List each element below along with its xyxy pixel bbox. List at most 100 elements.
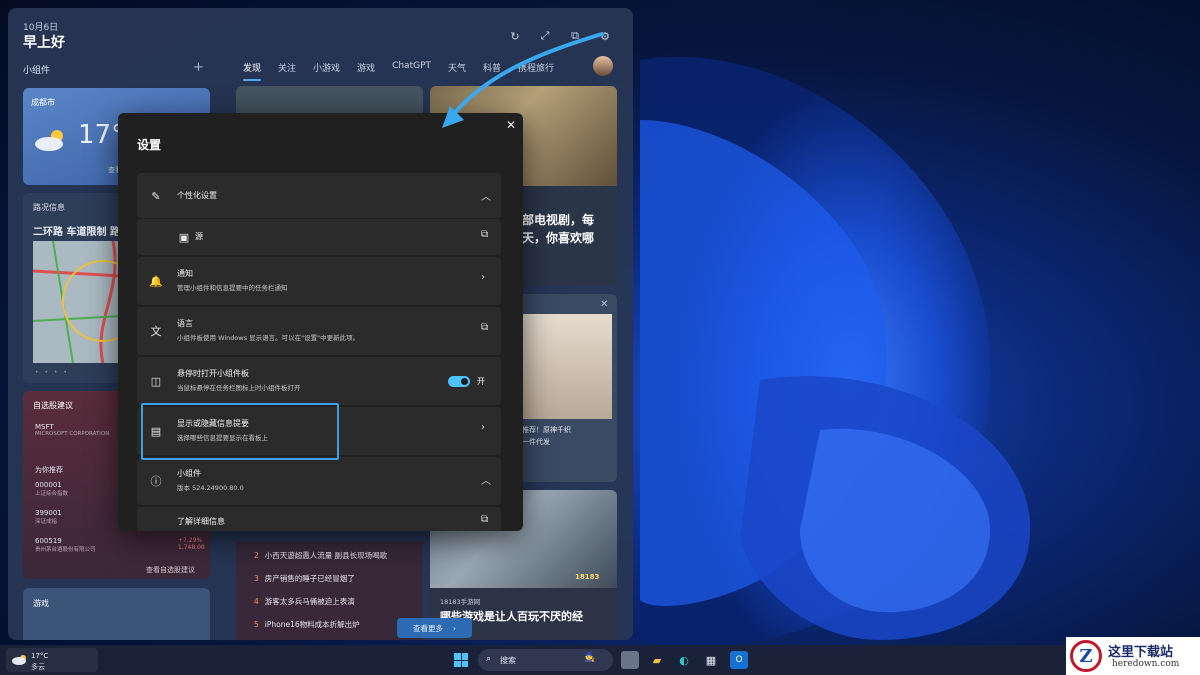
chevron-up-icon[interactable]: ︿ bbox=[481, 188, 491, 203]
list-item-text: 房产销售的睡子已经冒烟了 bbox=[264, 574, 355, 583]
watermark-logo: Z 这里下载站 heredown.com bbox=[1066, 637, 1200, 675]
search-placeholder: 搜索 bbox=[500, 656, 516, 665]
stock-title: 自选股建议 bbox=[33, 401, 73, 410]
news-photo bbox=[522, 314, 612, 419]
file-explorer-icon[interactable]: ▰ bbox=[648, 651, 666, 669]
tab-chatgpt[interactable]: ChatGPT bbox=[392, 61, 431, 74]
setting-desc: 管理小组件和信息提要中的任务栏通知 bbox=[177, 284, 288, 292]
setting-notifications[interactable]: 🔔 通知 管理小组件和信息提要中的任务栏通知 › bbox=[137, 257, 501, 305]
weather-city: 成都市 bbox=[31, 98, 55, 107]
news-image-tag: 18183 bbox=[575, 573, 600, 581]
stock-code: 399001 bbox=[35, 509, 62, 517]
setting-desc: 小组件板使用 Windows 显示语言。可以在"设置"中更新此项。 bbox=[177, 334, 360, 342]
info-icon: ⓘ bbox=[150, 475, 162, 488]
setting-desc: 当鼠标悬停在任务栏图标上时小组件板打开 bbox=[177, 384, 301, 392]
setting-label: 语言 bbox=[177, 319, 193, 328]
news-headline: 推荐！原神千织 一件代发 bbox=[522, 426, 571, 446]
list-item[interactable]: 5 iPhone16物料成本折解出炉 bbox=[254, 619, 360, 630]
pen-icon: ✎ bbox=[151, 189, 161, 203]
traffic-title: 路况信息 bbox=[33, 203, 65, 212]
news-headline: 部电视剧，每 天，你喜欢哪 bbox=[522, 213, 595, 245]
watermark-cn: 这里下载站 bbox=[1108, 645, 1174, 660]
bell-icon: 🔔 bbox=[149, 274, 163, 288]
taskbar-weather[interactable]: 17°C 多云 bbox=[6, 648, 98, 672]
start-icon[interactable] bbox=[454, 653, 468, 667]
list-item-text: iPhone16物料成本折解出炉 bbox=[264, 620, 360, 629]
task-view-icon[interactable] bbox=[621, 651, 639, 669]
rank: 4 bbox=[254, 597, 259, 606]
stock-change: +7.29% 1,748.00 bbox=[178, 537, 205, 551]
stock-pct: +7.29% bbox=[178, 537, 203, 544]
source-icon: ▣ bbox=[178, 230, 190, 244]
board-greeting: 早上好 bbox=[23, 35, 65, 51]
widget-board-icon: ◫ bbox=[150, 374, 162, 388]
stock-code: 000001 bbox=[35, 481, 62, 489]
stock-name: 贵州茅台酒股份有限公司 bbox=[35, 547, 96, 553]
list-item[interactable]: 2 小西天遊超愚人流量 副县长现场喝歌 bbox=[254, 550, 387, 561]
settings-dialog: 设置 ✕ ✎ 个性化设置 ︿ ▣ 源 ⧉ 🔔 通知 管理小组件和信息提要中的任务… bbox=[118, 113, 523, 531]
language-icon: 文 bbox=[150, 325, 162, 338]
setting-personalize[interactable]: ✎ 个性化设置 ︿ bbox=[137, 173, 501, 218]
hot-list: 2 小西天遊超愚人流量 副县长现场喝歌 3 房产销售的睡子已经冒烟了 4 游客太多兵马… bbox=[236, 542, 423, 640]
stock-row[interactable]: 000001 上证综合指数 bbox=[35, 481, 68, 497]
setting-label: 小组件 bbox=[177, 469, 201, 478]
stock-code: 600519 bbox=[35, 537, 62, 545]
see-more-button[interactable]: 查看更多 › bbox=[397, 618, 472, 638]
widgets-section-title: 小组件 bbox=[23, 66, 51, 76]
traffic-road: 二环路 车道限制 路 bbox=[33, 227, 120, 238]
edge-icon[interactable]: ◐ bbox=[675, 651, 693, 669]
tab-follow[interactable]: 关注 bbox=[278, 61, 296, 74]
store-icon[interactable]: ▦ bbox=[702, 651, 720, 669]
taskbar: 17°C 多云 ⌕ 搜索 🧙 ▰ ◐ ▦ O bbox=[0, 645, 1200, 675]
search-input[interactable]: ⌕ 搜索 🧙 bbox=[478, 649, 613, 671]
hover-toggle[interactable] bbox=[448, 376, 470, 387]
setting-desc: 版本 524.24900.80.0 bbox=[177, 484, 244, 492]
stock-name: 上证综合指数 bbox=[35, 491, 69, 497]
setting-label: 了解详细信息 bbox=[177, 517, 225, 526]
open-external-icon[interactable]: ⧉ bbox=[481, 514, 488, 525]
see-more-label: 查看更多 bbox=[413, 623, 443, 633]
setting-language[interactable]: 文 语言 小组件板使用 Windows 显示语言。可以在"设置"中更新此项。 ⧉ bbox=[137, 307, 501, 355]
open-external-icon[interactable]: ⧉ bbox=[481, 229, 488, 240]
pager-dots: • • • • bbox=[35, 369, 69, 376]
setting-label: 源 bbox=[195, 232, 203, 241]
tab-games[interactable]: 游戏 bbox=[357, 61, 375, 74]
games-title: 游戏 bbox=[33, 599, 49, 608]
close-icon[interactable]: ✕ bbox=[600, 299, 608, 310]
taskbar-condition: 多云 bbox=[31, 663, 45, 671]
taskbar-temp: 17°C bbox=[31, 652, 49, 660]
list-item[interactable]: 4 游客太多兵马俑被迫上表演 bbox=[254, 596, 355, 607]
setting-label: 悬停时打开小组件板 bbox=[177, 369, 249, 378]
setting-hover-open[interactable]: ◫ 悬停时打开小组件板 当鼠标悬停在任务栏图标上时小组件板打开 开 bbox=[137, 357, 501, 405]
watermark-emblem: Z bbox=[1070, 640, 1102, 672]
setting-widgets-info[interactable]: ⓘ 小组件 版本 524.24900.80.0 ︿ bbox=[137, 457, 501, 505]
chevron-up-icon[interactable]: ︿ bbox=[481, 472, 491, 487]
setting-source[interactable]: ▣ 源 ⧉ bbox=[137, 219, 501, 255]
stock-name: MICROSOFT CORPORATION bbox=[35, 431, 110, 437]
chevron-right-icon[interactable]: › bbox=[481, 422, 485, 433]
tab-discover[interactable]: 发现 bbox=[243, 61, 262, 81]
list-item-text: 游客太多兵马俑被迫上表演 bbox=[264, 597, 355, 606]
cloud-sun-icon bbox=[35, 130, 63, 151]
stock-row[interactable]: MSFT MICROSOFT CORPORATION bbox=[35, 423, 109, 437]
add-widget-icon[interactable]: + bbox=[193, 60, 204, 75]
chevron-right-icon[interactable]: › bbox=[481, 272, 485, 283]
list-item[interactable]: 3 房产销售的睡子已经冒烟了 bbox=[254, 573, 355, 584]
news-source: 18183手游网 bbox=[440, 598, 481, 606]
dialog-title: 设置 bbox=[137, 138, 162, 152]
chevron-right-icon: › bbox=[453, 623, 456, 633]
outlook-icon[interactable]: O bbox=[730, 651, 748, 669]
open-external-icon[interactable]: ⧉ bbox=[481, 322, 488, 333]
highlight-box bbox=[141, 403, 339, 460]
stock-more-link[interactable]: 查看自选股建议 bbox=[146, 565, 195, 575]
games-widget[interactable]: 游戏 bbox=[23, 588, 210, 640]
stock-row[interactable]: 399001 深证成指 bbox=[35, 509, 62, 525]
search-icon: ⌕ bbox=[486, 654, 492, 664]
setting-learn-more[interactable]: 了解详细信息 ⧉ bbox=[137, 507, 501, 531]
search-highlight-icon: 🧙 bbox=[584, 653, 596, 663]
list-item-text: 小西天遊超愚人流量 副县长现场喝歌 bbox=[264, 551, 388, 560]
toggle-state-label: 开 bbox=[477, 377, 485, 386]
tab-minigames[interactable]: 小游戏 bbox=[313, 61, 340, 74]
stock-name: 深证成指 bbox=[35, 519, 58, 525]
stock-row[interactable]: 600519 贵州茅台酒股份有限公司 bbox=[35, 537, 96, 553]
